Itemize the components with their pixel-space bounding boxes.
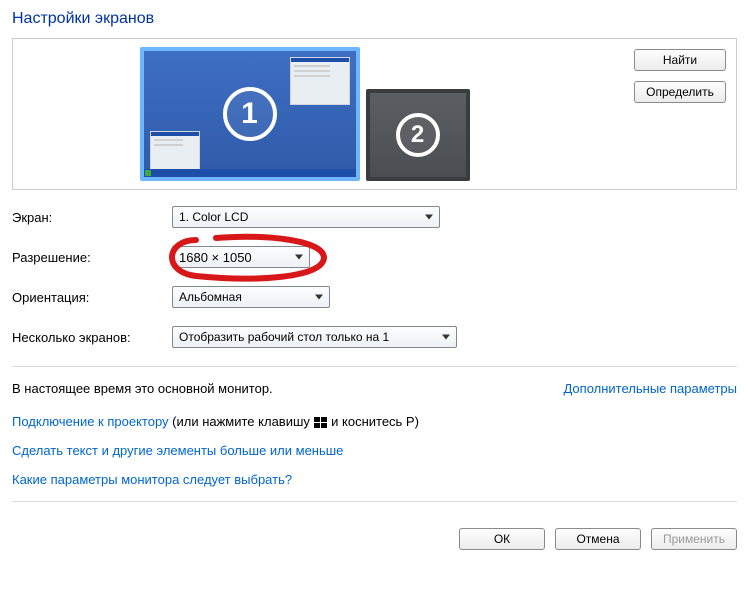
monitor-2-number: 2 xyxy=(396,113,440,157)
windows-key-icon xyxy=(314,417,328,429)
find-button[interactable]: Найти xyxy=(634,49,726,71)
monitor-1[interactable]: 1 xyxy=(140,47,360,181)
monitor-2[interactable]: 2 xyxy=(366,89,470,181)
projector-link[interactable]: Подключение к проектору xyxy=(12,414,169,429)
screen-select-value: 1. Color LCD xyxy=(179,210,248,224)
mini-taskbar-icon xyxy=(144,169,356,177)
orientation-select[interactable]: Альбомная xyxy=(172,286,330,308)
screen-select[interactable]: 1. Color LCD xyxy=(172,206,440,228)
multi-display-label: Несколько экранов: xyxy=(12,330,172,345)
apply-button[interactable]: Применить xyxy=(651,528,737,550)
monitors-group: 1 2 xyxy=(140,47,470,181)
mini-start-icon xyxy=(145,170,151,176)
projector-hint-a: (или нажмите клавишу xyxy=(169,414,314,429)
divider xyxy=(12,366,737,367)
chevron-down-icon xyxy=(425,215,433,220)
resolution-select-value: 1680 × 1050 xyxy=(179,250,252,265)
chevron-down-icon xyxy=(295,255,303,260)
resolution-select[interactable]: 1680 × 1050 xyxy=(172,246,310,268)
multi-display-select-value: Отобразить рабочий стол только на 1 xyxy=(179,330,389,344)
multi-display-select[interactable]: Отобразить рабочий стол только на 1 xyxy=(172,326,457,348)
orientation-label: Ориентация: xyxy=(12,290,172,305)
primary-monitor-text: В настоящее время это основной монитор. xyxy=(12,381,273,396)
display-preview-area: 1 2 Найти Определить xyxy=(12,38,737,190)
divider xyxy=(12,501,737,502)
orientation-select-value: Альбомная xyxy=(179,290,242,304)
mini-window-icon xyxy=(290,57,350,105)
resolution-label: Разрешение: xyxy=(12,250,172,265)
monitor-1-number: 1 xyxy=(223,87,277,141)
screen-label: Экран: xyxy=(12,210,172,225)
textsize-link[interactable]: Сделать текст и другие элементы больше и… xyxy=(12,443,343,458)
identify-button[interactable]: Определить xyxy=(634,81,726,103)
ok-button[interactable]: ОК xyxy=(459,528,545,550)
mini-window-icon xyxy=(150,131,200,171)
advanced-settings-link[interactable]: Дополнительные параметры xyxy=(563,381,737,396)
monitor-help-link[interactable]: Какие параметры монитора следует выбрать… xyxy=(12,472,292,487)
cancel-button[interactable]: Отмена xyxy=(555,528,641,550)
chevron-down-icon xyxy=(315,295,323,300)
page-title: Настройки экранов xyxy=(12,10,737,28)
chevron-down-icon xyxy=(442,335,450,340)
projector-hint-b: и коснитесь P) xyxy=(328,414,419,429)
